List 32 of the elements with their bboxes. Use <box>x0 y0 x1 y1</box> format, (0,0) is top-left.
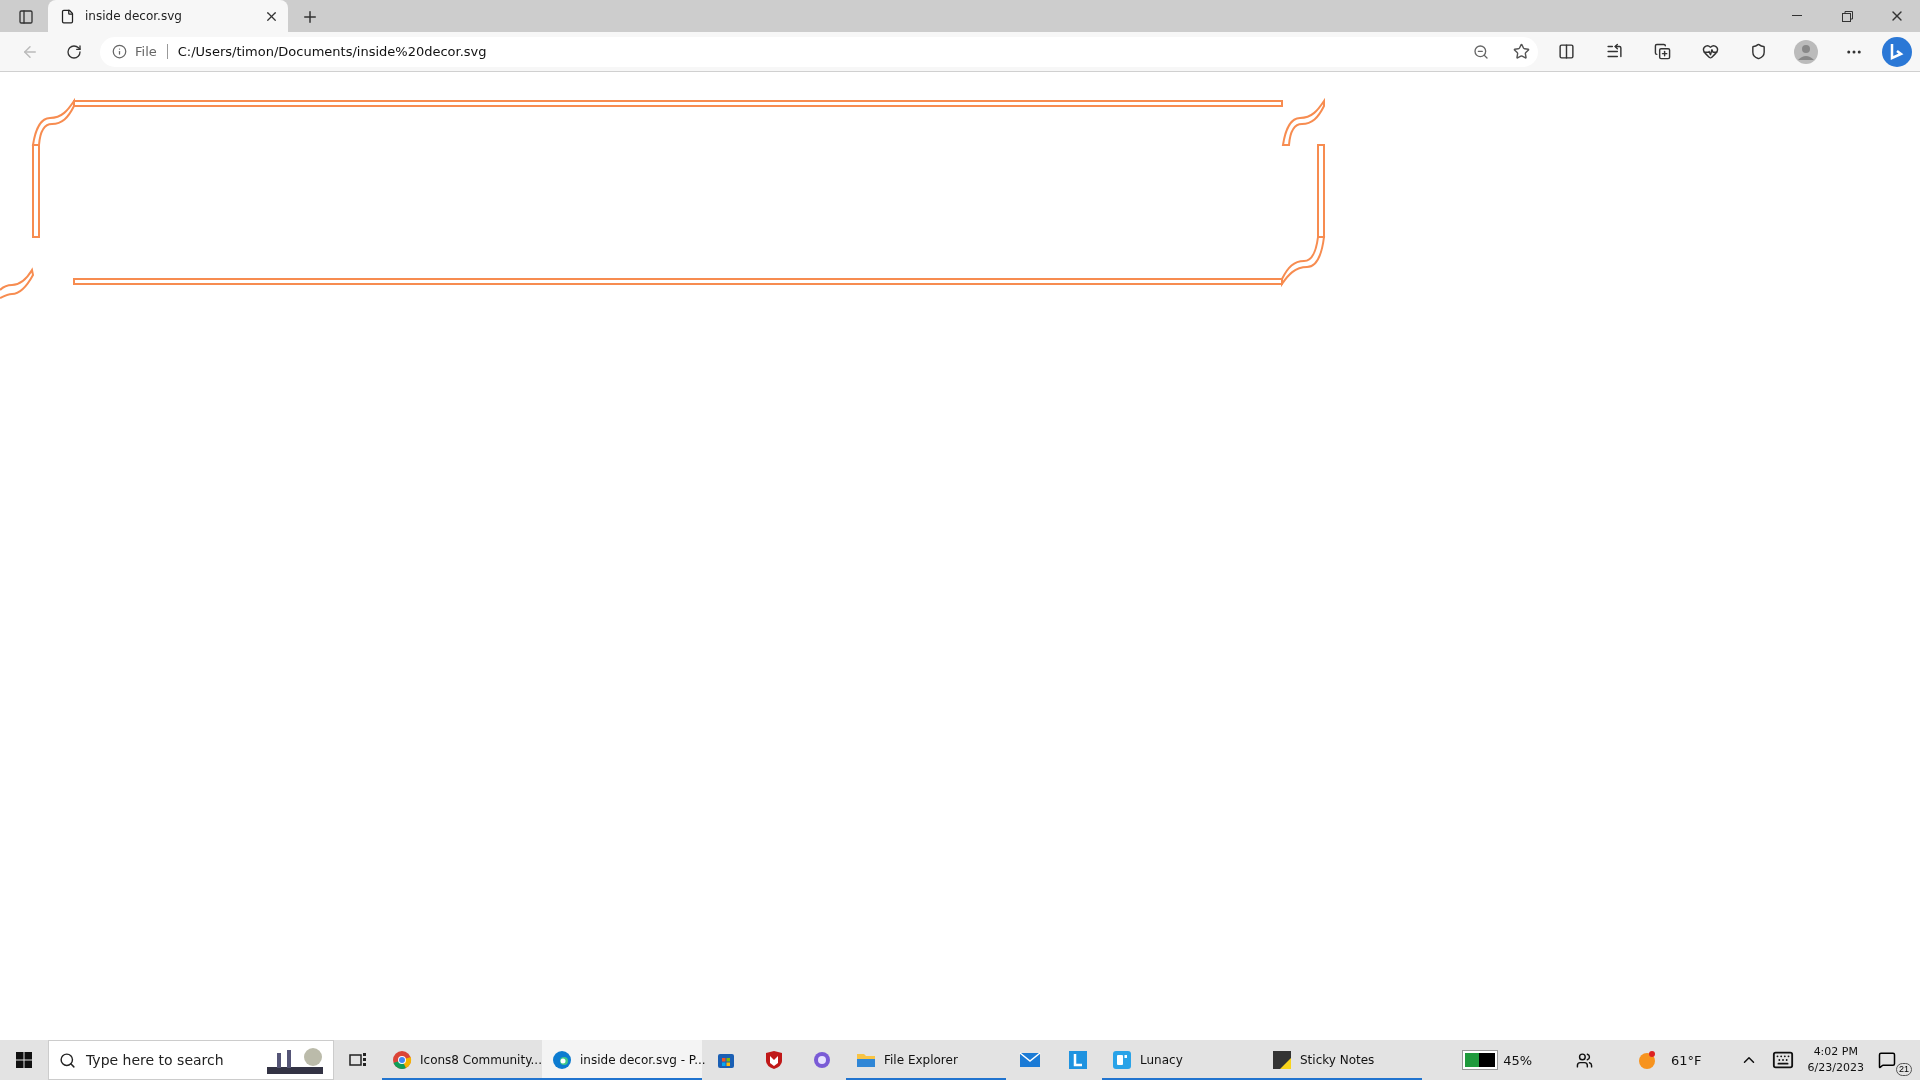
sun-weather-icon <box>1637 1050 1658 1070</box>
page-icon <box>60 8 75 24</box>
battery-reading: 45% <box>1503 1052 1533 1068</box>
browser-logo-icon <box>392 1050 412 1070</box>
taskbar-app[interactable]: Sticky Notes <box>1262 1040 1422 1080</box>
battery-meter <box>1463 1051 1498 1069</box>
people-icon[interactable] <box>1576 1051 1594 1069</box>
info-icon <box>112 44 127 59</box>
sticky-note-icon <box>1272 1050 1292 1070</box>
address-bar[interactable]: File C:/Users/timon/Documents/inside%20decor.svg <box>100 36 1538 67</box>
machine-illustration-icon <box>265 1045 325 1075</box>
taskbar-app[interactable]: File Explorer <box>846 1040 1006 1080</box>
keyboard-icon[interactable] <box>1771 1049 1794 1071</box>
search-icon <box>59 1051 76 1069</box>
taskbar-app[interactable]: Icons8 Community... <box>382 1040 542 1080</box>
message-icon <box>1878 1051 1896 1069</box>
letter-logo-icon <box>1068 1050 1088 1070</box>
taskbar-app[interactable]: Lunacy <box>1102 1040 1262 1080</box>
orb-logo-icon <box>812 1050 832 1070</box>
taskbar-search-field[interactable]: Type here to search <box>48 1040 334 1080</box>
zoom-out-icon[interactable] <box>1473 43 1489 60</box>
lunacy-logo-icon <box>1112 1050 1132 1070</box>
notifications-button[interactable]: 21 <box>1878 1044 1912 1076</box>
chat-logo-icon[interactable] <box>1882 36 1912 67</box>
envelope-icon <box>1019 1051 1041 1069</box>
browser-tab[interactable]: inside decor.svg <box>48 0 288 32</box>
browser-logo-icon <box>552 1050 572 1070</box>
shield-logo-icon <box>764 1050 784 1070</box>
folder-icon <box>856 1051 876 1069</box>
favorite-star-icon[interactable] <box>1513 43 1530 60</box>
clock[interactable]: 4:02 PM 6/23/2023 <box>1807 1044 1864 1076</box>
temperature: 61°F <box>1671 1052 1702 1068</box>
